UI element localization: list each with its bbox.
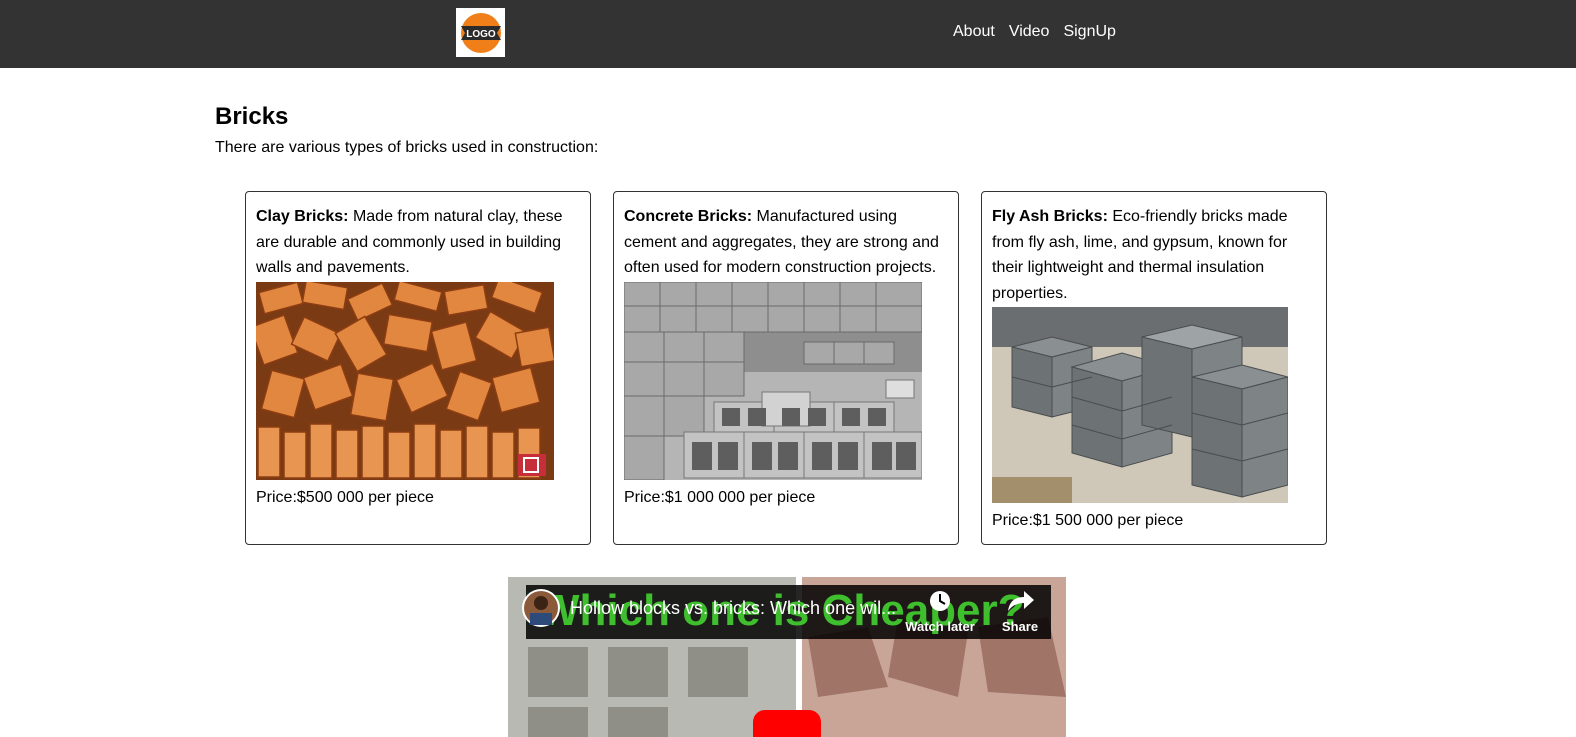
- card-price: Price:$1 000 000 per piece: [624, 488, 816, 506]
- logo-text: LOGO: [466, 29, 496, 40]
- fly-ash-bricks-image: [992, 307, 1288, 503]
- card-fly-ash-bricks: Fly Ash Bricks: Eco-friendly bricks made…: [981, 191, 1327, 545]
- card-description: Clay Bricks: Made from natural clay, the…: [256, 204, 580, 281]
- logo[interactable]: LOGO: [456, 8, 505, 57]
- concrete-bricks-image: [624, 281, 922, 480]
- card-name: Fly Ash Bricks:: [992, 208, 1108, 225]
- card-description: Fly Ash Bricks: Eco-friendly bricks made…: [992, 204, 1316, 306]
- clock-icon[interactable]: [930, 591, 950, 611]
- intro-text: There are various types of bricks used i…: [215, 139, 599, 156]
- page-title: Bricks: [215, 103, 289, 130]
- card-clay-bricks: Clay Bricks: Made from natural clay, the…: [245, 191, 591, 545]
- card-description: Concrete Bricks: Manufactured using ceme…: [624, 204, 948, 281]
- card-price: Price:$1 500 000 per piece: [992, 512, 1184, 529]
- video-embed[interactable]: Which one is Cheaper? Hollow blocks vs. …: [508, 577, 1066, 737]
- top-navbar: LOGO About Video SignUp: [0, 0, 1576, 68]
- nav-link-signup[interactable]: SignUp: [1063, 23, 1115, 41]
- logo-icon: LOGO: [460, 12, 501, 53]
- share-label[interactable]: Share: [1002, 619, 1038, 634]
- clay-bricks-image: [256, 281, 554, 480]
- video-title[interactable]: Hollow blocks vs. bricks: Which one wil.…: [570, 598, 896, 618]
- channel-avatar-icon[interactable]: [522, 589, 560, 627]
- card-name: Clay Bricks:: [256, 208, 349, 225]
- card-name: Concrete Bricks:: [624, 208, 753, 225]
- nav-link-about[interactable]: About: [953, 23, 995, 41]
- nav-links: About Video SignUp: [953, 23, 1130, 41]
- card-concrete-bricks: Concrete Bricks: Manufactured using ceme…: [613, 191, 959, 545]
- card-price: Price:$500 000 per piece: [256, 488, 434, 506]
- nav-link-video[interactable]: Video: [1009, 23, 1050, 41]
- watch-later-label[interactable]: Watch later: [905, 619, 975, 634]
